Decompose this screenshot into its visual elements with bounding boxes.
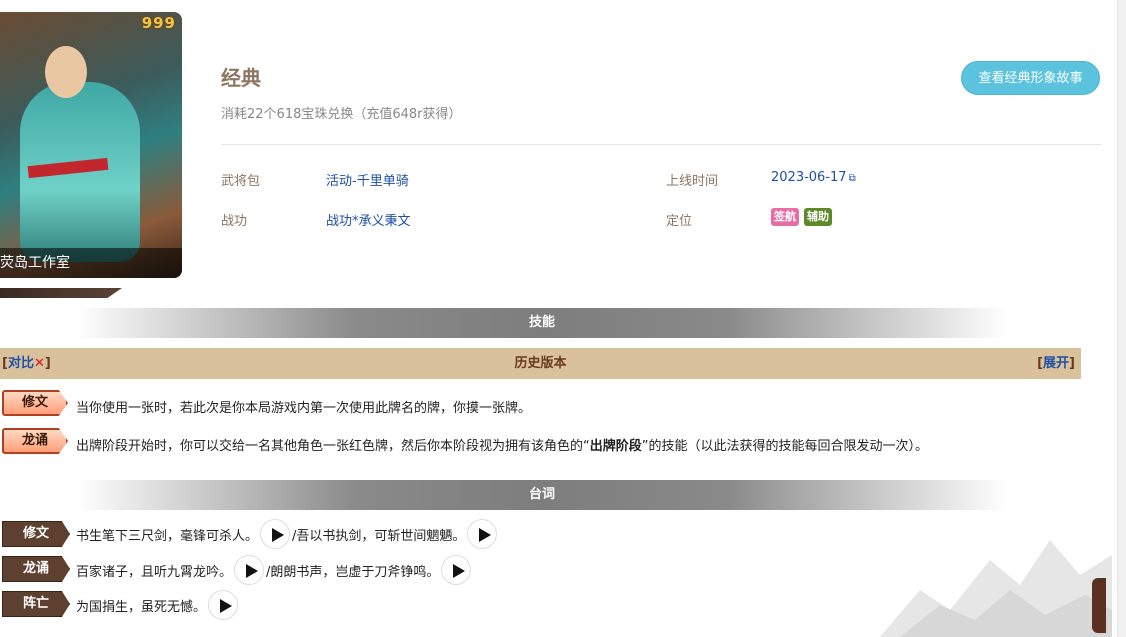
- merit-link[interactable]: 战功*承义秉文: [326, 210, 411, 229]
- line-tag-death: 阵亡: [2, 591, 70, 617]
- history-version-bar: [对比✕] 历史版本 [展开]: [0, 348, 1081, 379]
- line-tag-xiuwen: 修文: [2, 521, 70, 547]
- skill-description: 出牌阶段开始时，你可以交给一名其他角色一张红色牌，然后你本阶段视为拥有该角色的“…: [76, 439, 929, 454]
- skin-portrait: 999 荧岛工作室: [0, 12, 182, 278]
- play-icon[interactable]: [467, 519, 498, 549]
- online-time-label: 上线时间: [666, 174, 719, 189]
- play-icon[interactable]: [208, 590, 239, 620]
- header-divider: [221, 144, 1101, 145]
- history-version-title: 历史版本: [514, 356, 567, 371]
- skill-description: 当你使用一张时，若此次是你本局游戏内第一次使用此牌名的牌，你摸一张牌。: [76, 401, 532, 416]
- line-row: 为国捐生，虽死无憾。: [76, 590, 240, 620]
- merit-label: 战功: [221, 214, 248, 229]
- play-icon[interactable]: [260, 519, 291, 549]
- portrait-ribbon: [0, 288, 122, 298]
- online-time-link[interactable]: 2023-06-17 ⧉: [771, 170, 856, 185]
- play-icon[interactable]: [234, 555, 265, 585]
- landscape-decoration: [880, 540, 1112, 637]
- decoration-post: [1092, 578, 1106, 633]
- skill-tag-longsong: 龙诵: [2, 428, 68, 454]
- pack-label: 武将包: [221, 174, 261, 189]
- position-tag[interactable]: 签航: [771, 208, 799, 226]
- page-scroll-edge: [1117, 0, 1126, 637]
- portrait-caption: 荧岛工作室: [0, 248, 182, 278]
- external-link-icon: ⧉: [848, 173, 856, 184]
- portrait-badge: 999: [141, 14, 176, 32]
- lines-section-header: 台词: [76, 480, 1008, 510]
- position-tag[interactable]: 辅助: [804, 208, 832, 226]
- expand-control: [展开]: [1037, 356, 1075, 371]
- line-row: 百家诸子，且听九霄龙吟。 /朗朗书声，岂虚于刀斧铮鸣。: [76, 555, 473, 585]
- portrait-head: [45, 46, 87, 98]
- general-detail-page: 999 荧岛工作室 经典 消耗22个618宝珠兑换（充值648r获得） 查看经典…: [0, 0, 1126, 637]
- play-icon[interactable]: [441, 555, 472, 585]
- line-row: 书生笔下三尺剑，毫锋可杀人。 /吾以书执剑，可斩世间魍魉。: [76, 519, 499, 549]
- skin-subtitle: 消耗22个618宝珠兑换（充值648r获得）: [221, 107, 462, 122]
- line-tag-longsong: 龙诵: [2, 556, 70, 582]
- skills-section-header: 技能: [76, 308, 1008, 338]
- pack-link[interactable]: 活动-千里单骑: [326, 170, 409, 189]
- view-story-button[interactable]: 查看经典形象故事: [961, 61, 1100, 95]
- skill-tag-xiuwen: 修文: [2, 390, 68, 416]
- skin-title: 经典: [221, 66, 261, 90]
- position-label: 定位: [666, 214, 693, 229]
- online-time-value: 2023-06-17: [771, 170, 847, 185]
- expand-link[interactable]: 展开: [1043, 356, 1069, 371]
